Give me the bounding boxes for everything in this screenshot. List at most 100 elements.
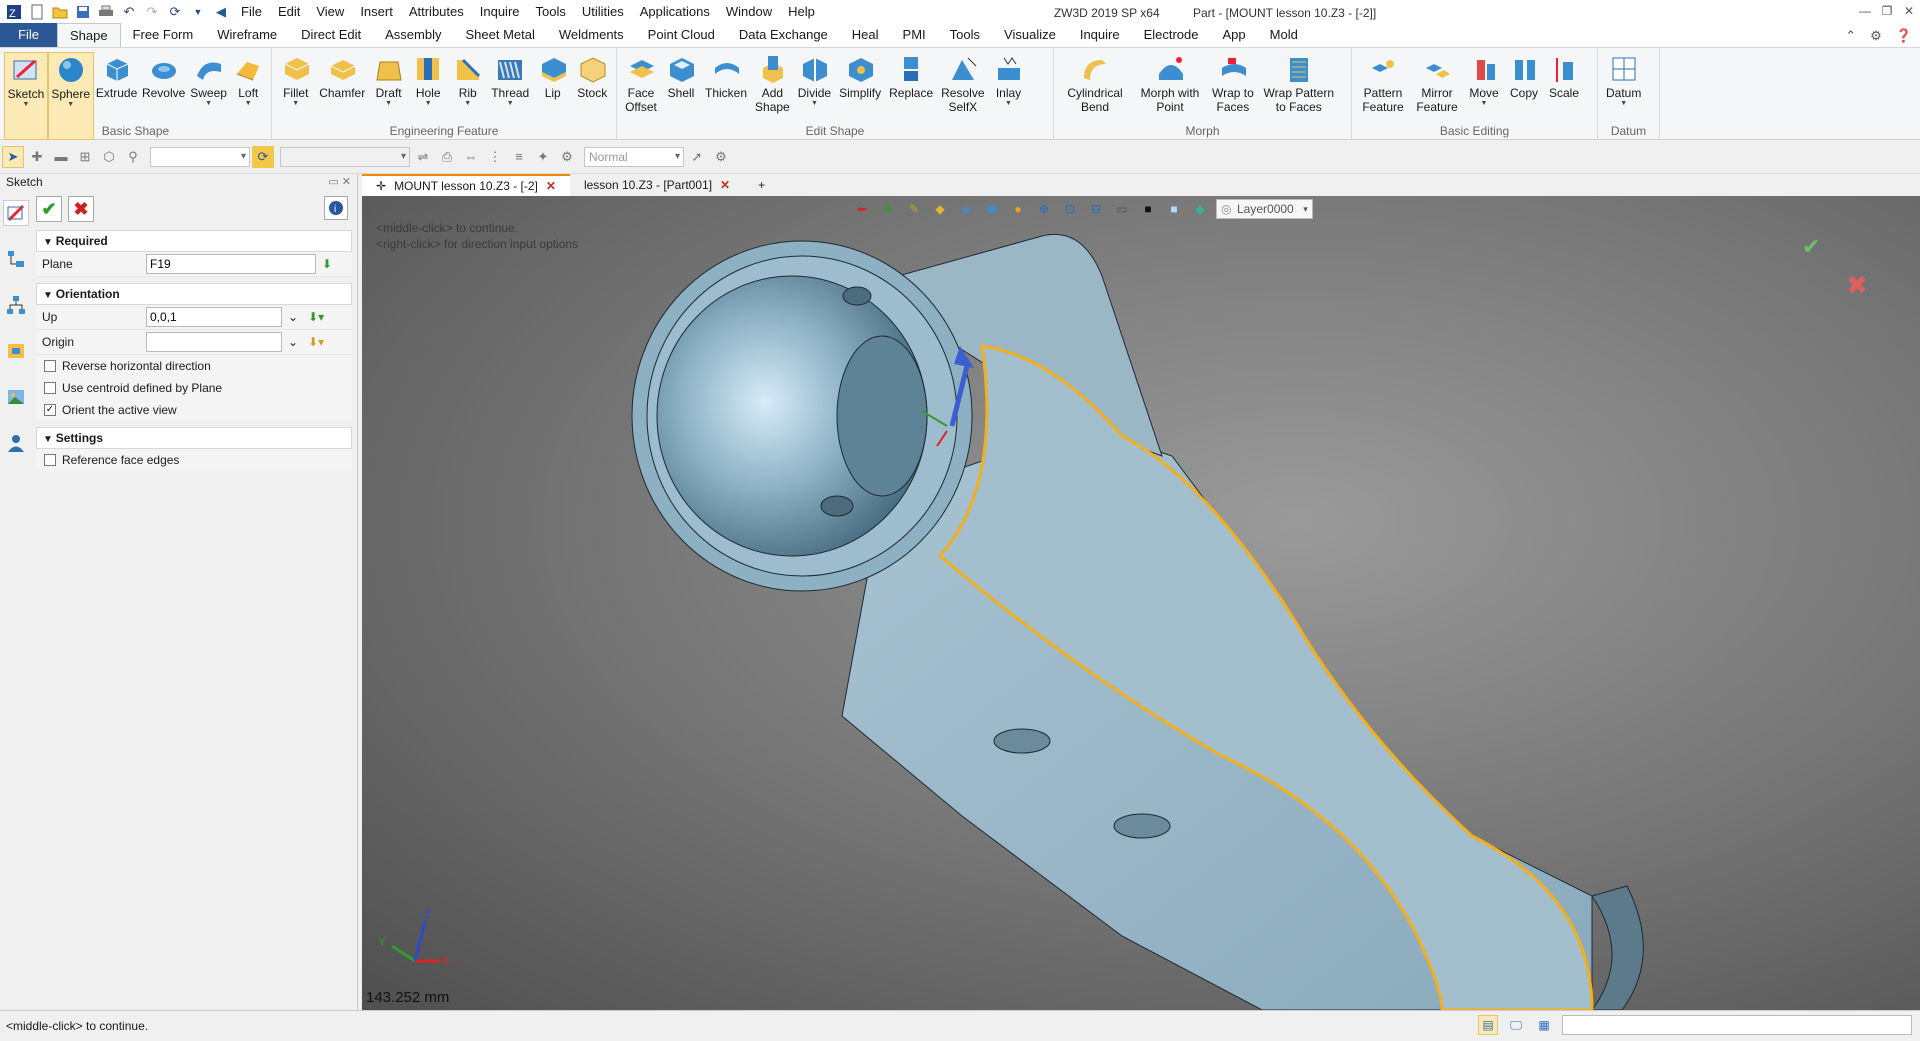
- pin-icon[interactable]: ✦: [532, 146, 554, 168]
- collapse-ribbon-icon[interactable]: ⌃: [1845, 28, 1856, 44]
- tab-shape[interactable]: Shape: [56, 23, 121, 47]
- tab-weldments[interactable]: Weldments: [547, 23, 636, 47]
- tab-pmi[interactable]: PMI: [891, 23, 938, 47]
- tab-electrode[interactable]: Electrode: [1132, 23, 1211, 47]
- menu-utilities[interactable]: Utilities: [574, 0, 632, 24]
- render-mode-combo[interactable]: Normal: [584, 146, 684, 167]
- orient-view-checkbox[interactable]: ✓ Orient the active view: [36, 399, 352, 421]
- tab-data-exchange[interactable]: Data Exchange: [727, 23, 840, 47]
- orient-view-box[interactable]: ✓: [44, 404, 56, 416]
- menu-collapse-icon[interactable]: ◀: [211, 3, 231, 21]
- menu-applications[interactable]: Applications: [632, 0, 718, 24]
- pick-up-icon[interactable]: ⬇▾: [308, 310, 324, 324]
- sketch-tool-icon[interactable]: [3, 200, 29, 226]
- help-icon[interactable]: ❓: [1896, 28, 1912, 44]
- part-model[interactable]: [362, 196, 1920, 1010]
- tab-tools[interactable]: Tools: [938, 23, 992, 47]
- plane-input[interactable]: [146, 254, 316, 274]
- tab-mold[interactable]: Mold: [1258, 23, 1310, 47]
- reverse-horizontal-box[interactable]: [44, 360, 56, 372]
- tab-point-cloud[interactable]: Point Cloud: [636, 23, 727, 47]
- save-icon[interactable]: [73, 3, 93, 21]
- print-preview-icon[interactable]: ⎙: [436, 146, 458, 168]
- use-centroid-box[interactable]: [44, 382, 56, 394]
- tab-sheet-metal[interactable]: Sheet Metal: [454, 23, 547, 47]
- minimize-icon[interactable]: —: [1854, 0, 1876, 22]
- menu-help[interactable]: Help: [780, 0, 823, 24]
- select-filter-icon[interactable]: ⟳: [165, 3, 185, 21]
- pick-cursor-icon[interactable]: ➤: [2, 145, 24, 168]
- refresh-icon[interactable]: ⟳: [252, 145, 274, 168]
- constraint-icon[interactable]: ≡: [508, 146, 530, 168]
- box-select-icon[interactable]: ⊞: [74, 146, 96, 168]
- doc-tab-part001[interactable]: lesson 10.Z3 - [Part001] ✕: [570, 174, 744, 196]
- menu-inquire[interactable]: Inquire: [472, 0, 528, 24]
- monitor-icon[interactable]: 🖵: [1506, 1015, 1526, 1035]
- ok-checkmark-icon[interactable]: ✔: [36, 196, 62, 222]
- options-gear-icon[interactable]: ⚙: [710, 146, 732, 168]
- print-icon[interactable]: [96, 3, 116, 21]
- menu-edit[interactable]: Edit: [270, 0, 308, 24]
- cursor-icon[interactable]: ➚: [686, 146, 708, 168]
- open-folder-icon[interactable]: [50, 3, 70, 21]
- use-centroid-checkbox[interactable]: Use centroid defined by Plane: [36, 377, 352, 399]
- dimension-icon[interactable]: ⇔: [460, 146, 482, 168]
- menu-attributes[interactable]: Attributes: [401, 0, 472, 24]
- app-logo-icon[interactable]: Z: [4, 3, 24, 21]
- origin-options-chevron-icon[interactable]: ⌄: [288, 335, 298, 349]
- reference-face-edges-checkbox[interactable]: Reference face edges: [36, 449, 352, 471]
- tab-wireframe[interactable]: Wireframe: [205, 23, 289, 47]
- menu-tools[interactable]: Tools: [528, 0, 574, 24]
- remove-filter-icon[interactable]: ▬: [50, 146, 72, 168]
- restore-icon[interactable]: ❐: [1876, 0, 1898, 22]
- tab-app[interactable]: App: [1211, 23, 1258, 47]
- settings-gear-icon[interactable]: ⚙: [1870, 28, 1882, 44]
- section-required[interactable]: Required: [36, 230, 352, 252]
- close-tab-icon[interactable]: ✕: [546, 175, 556, 197]
- align-icon[interactable]: ⇌: [412, 146, 434, 168]
- tab-assembly[interactable]: Assembly: [373, 23, 453, 47]
- assembly-tree-icon[interactable]: [3, 292, 29, 318]
- info-icon[interactable]: i: [324, 196, 348, 220]
- list-view-icon[interactable]: ▦: [1534, 1015, 1554, 1035]
- tab-free-form[interactable]: Free Form: [121, 23, 206, 47]
- tab-inquire[interactable]: Inquire: [1068, 23, 1132, 47]
- close-icon[interactable]: ✕: [1898, 0, 1920, 22]
- filter-combo[interactable]: [150, 146, 250, 167]
- section-orientation[interactable]: Orientation: [36, 283, 352, 305]
- menu-view[interactable]: View: [308, 0, 352, 24]
- history-tree-icon[interactable]: [3, 246, 29, 272]
- 3d-viewport[interactable]: <middle-click> to continue. <right-click…: [362, 196, 1920, 1010]
- reference-face-edges-box[interactable]: [44, 454, 56, 466]
- close-tab-icon[interactable]: ✕: [720, 174, 730, 196]
- new-tab-button[interactable]: +: [744, 174, 779, 196]
- menu-file[interactable]: File: [233, 0, 270, 24]
- command-input[interactable]: [1562, 1015, 1912, 1035]
- user-role-icon[interactable]: [3, 430, 29, 456]
- section-settings[interactable]: Settings: [36, 427, 352, 449]
- menu-window[interactable]: Window: [718, 0, 780, 24]
- shape-filter-icon[interactable]: ⬡: [98, 146, 120, 168]
- tab-file[interactable]: File: [0, 23, 57, 47]
- tab-direct-edit[interactable]: Direct Edit: [289, 23, 373, 47]
- panel-close-icon[interactable]: ▭ ✕: [328, 174, 351, 190]
- filter-funnel-icon[interactable]: ⚲: [122, 146, 144, 168]
- undo-icon[interactable]: ↶: [119, 3, 139, 21]
- menu-insert[interactable]: Insert: [352, 0, 401, 24]
- new-file-icon[interactable]: [27, 3, 47, 21]
- up-options-chevron-icon[interactable]: ⌄: [288, 310, 298, 324]
- cancel-x-icon[interactable]: ✖: [68, 196, 94, 222]
- tab-heal[interactable]: Heal: [840, 23, 891, 47]
- tree-view-icon[interactable]: ▤: [1478, 1015, 1498, 1035]
- snap-icon[interactable]: ⋮: [484, 146, 506, 168]
- part-library-icon[interactable]: [3, 338, 29, 364]
- up-input[interactable]: [146, 307, 282, 327]
- pick-origin-icon[interactable]: ⬇▾: [308, 335, 324, 349]
- tab-visualize[interactable]: Visualize: [992, 23, 1068, 47]
- doc-tab-mount[interactable]: ✛ MOUNT lesson 10.Z3 - [-2] ✕: [362, 174, 570, 196]
- reverse-horizontal-checkbox[interactable]: Reverse horizontal direction: [36, 355, 352, 377]
- entity-combo[interactable]: [280, 146, 410, 167]
- qa-dropdown-icon[interactable]: ▼: [188, 3, 208, 21]
- image-manager-icon[interactable]: [3, 384, 29, 410]
- pick-plane-icon[interactable]: ⬇: [322, 257, 332, 271]
